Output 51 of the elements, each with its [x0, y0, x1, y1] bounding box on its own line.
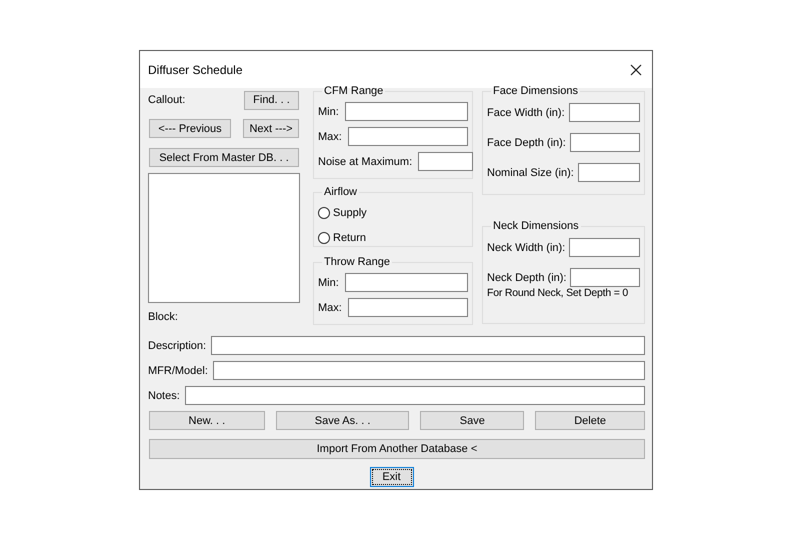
input-field[interactable] [344, 273, 468, 292]
field-label: Min: [318, 106, 339, 118]
input-field[interactable] [570, 133, 640, 152]
group-title: Face Dimensions [492, 85, 579, 97]
action-button[interactable]: New. . . [149, 411, 265, 430]
input-field[interactable] [418, 152, 474, 171]
input-field[interactable] [578, 163, 640, 182]
field-label: Max: [318, 130, 342, 142]
find-button[interactable]: Find. . . [244, 90, 299, 110]
input-field[interactable] [348, 298, 468, 317]
previous-button[interactable]: <--- Previous [149, 119, 231, 138]
field-label: MFR/Model: [148, 364, 208, 376]
field-label: Noise at Maximum: [318, 156, 412, 168]
field-label: Neck Depth (in): [487, 272, 566, 284]
input-field[interactable] [212, 361, 645, 380]
window-title: Diffuser Schedule [148, 62, 242, 76]
input-field[interactable] [211, 336, 645, 355]
action-button[interactable]: Delete [535, 411, 645, 430]
field-label: Nominal Size (in): [487, 166, 574, 178]
input-field[interactable] [344, 102, 468, 121]
block-label: Block: [148, 311, 179, 323]
block-list[interactable] [148, 173, 300, 303]
next-button[interactable]: Next ---> [243, 119, 299, 138]
field-label: Neck Width (in): [487, 242, 566, 254]
input-field[interactable] [570, 268, 640, 287]
radio-button[interactable] [318, 232, 330, 244]
field-label: Max: [318, 302, 342, 314]
field-label: Description: [148, 340, 206, 352]
round-neck-note: For Round Neck, Set Depth = 0 [487, 287, 628, 299]
select-from-master-button[interactable]: Select From Master DB. . . [149, 148, 299, 167]
close-icon[interactable] [630, 64, 642, 76]
input-field[interactable] [348, 127, 468, 146]
group-title: Throw Range [323, 256, 392, 268]
group-title: Airflow [323, 186, 358, 198]
exit-button[interactable]: Exit [370, 467, 414, 487]
group-title: Neck Dimensions [492, 220, 580, 232]
radio-label[interactable]: Supply [333, 207, 367, 219]
input-field[interactable] [568, 103, 640, 122]
field-label: Face Depth (in): [487, 136, 566, 148]
radio-label[interactable]: Return [333, 232, 366, 244]
callout-label: Callout: [148, 94, 186, 106]
field-label: Notes: [148, 390, 180, 402]
action-button[interactable]: Save As. . . [276, 411, 410, 430]
input-field[interactable] [184, 386, 645, 405]
radio-button[interactable] [318, 207, 330, 219]
import-button[interactable]: Import From Another Database < [149, 439, 645, 459]
field-label: Min: [318, 276, 339, 288]
input-field[interactable] [569, 238, 640, 257]
group-title: CFM Range [323, 85, 384, 97]
action-button[interactable]: Save [420, 411, 524, 430]
field-label: Face Width (in): [487, 106, 565, 118]
